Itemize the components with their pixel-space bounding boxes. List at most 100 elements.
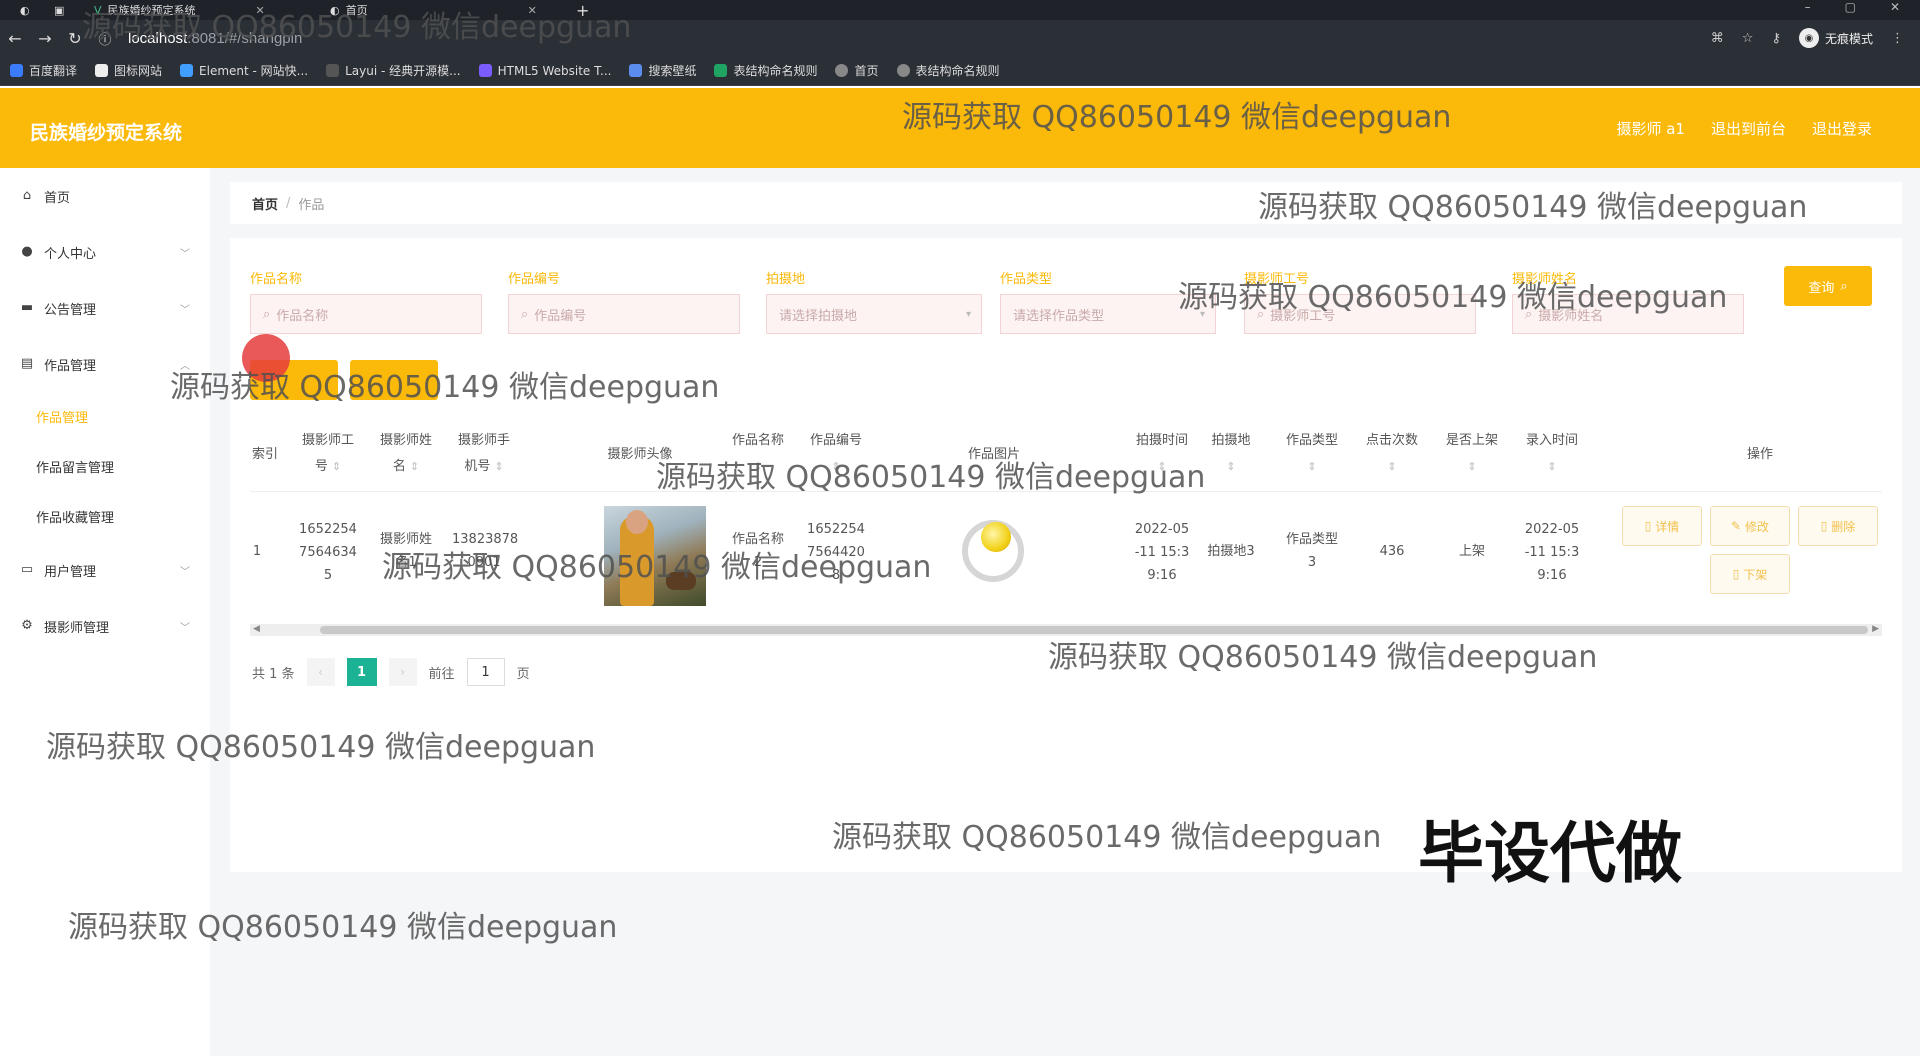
back-icon[interactable]: ←: [0, 29, 30, 48]
off-shelf-button[interactable]: ▯ 下架: [1710, 554, 1790, 594]
bookmark-item[interactable]: HTML5 Website T...: [478, 64, 611, 78]
briefcase-icon: ▤: [20, 356, 34, 371]
sidebar-item-label: 个人中心: [44, 246, 97, 262]
sort-icon[interactable]: ⇕: [410, 460, 419, 473]
sidebar-item-label: 摄影师管理: [44, 620, 110, 636]
work-code-input[interactable]: ⌕ 作品编号: [508, 294, 740, 334]
filter-code: 作品编号 ⌕ 作品编号: [508, 268, 740, 334]
logout-link[interactable]: 退出登录: [1812, 118, 1872, 139]
globe-icon: [835, 64, 849, 77]
browser-menu-icon[interactable]: ◐: [20, 0, 30, 20]
th-work-type[interactable]: 作品类型 ⇕: [1280, 428, 1344, 480]
bookmark-star-icon[interactable]: ☆: [1742, 31, 1754, 46]
page-number-current[interactable]: 1: [346, 658, 377, 686]
edit-button[interactable]: ✎ 修改: [1710, 506, 1790, 546]
th-clicks[interactable]: 点击次数 ⇕: [1360, 428, 1424, 480]
translate-icon[interactable]: ⌘: [1711, 31, 1724, 46]
th-line: 摄影师工: [301, 433, 354, 448]
filter-name: 作品名称 ⌕ 作品名称: [250, 268, 482, 334]
th-on-shelf[interactable]: 是否上架 ⇕: [1440, 428, 1504, 480]
bookmark-item[interactable]: 图标网站: [95, 62, 162, 79]
sidebar-subitem-comments[interactable]: 作品留言管理: [36, 454, 206, 478]
tab-window-icon[interactable]: ▣: [54, 0, 64, 20]
sidebar-subitem-works[interactable]: 作品管理: [36, 404, 206, 428]
th-line: 作品名称: [731, 433, 784, 448]
sidebar-item-label: 公告管理: [44, 302, 97, 318]
next-page-button[interactable]: ›: [388, 658, 417, 686]
th-photographer-id[interactable]: 摄影师工号 ⇕: [296, 428, 360, 480]
th-line: 作品编号: [809, 433, 862, 448]
detail-button[interactable]: ▯ 详情: [1622, 506, 1702, 546]
bookmark-label: 百度翻译: [29, 64, 78, 78]
key-icon[interactable]: ⚷: [1771, 31, 1781, 46]
app-title: 民族婚纱预定系统: [30, 122, 183, 144]
close-window-icon[interactable]: ✕: [1890, 0, 1900, 14]
placeholder: 请选择作品类型: [1013, 308, 1105, 324]
th-line: 拍摄地: [1211, 433, 1251, 448]
sort-icon[interactable]: ⇕: [1520, 454, 1584, 480]
watermark-big: 毕设代做: [1418, 815, 1682, 892]
scroll-right-icon[interactable]: ▶: [1872, 624, 1879, 634]
goto-page-input[interactable]: 1: [466, 658, 505, 686]
sidebar-item-label: 作品留言管理: [36, 460, 115, 476]
chevron-down-icon: ﹀: [180, 304, 190, 316]
bookmark-item[interactable]: 搜索壁纸: [629, 62, 696, 79]
bookmark-label: 表结构命名规则: [733, 64, 818, 78]
more-menu-icon[interactable]: ⋮: [1891, 31, 1904, 46]
page-unit-label: 页: [516, 666, 530, 682]
sort-icon[interactable]: ⇕: [1280, 454, 1344, 480]
cell-location: 拍摄地3: [1207, 544, 1255, 559]
pencil-icon: ✎: [1730, 519, 1742, 533]
forward-icon[interactable]: →: [30, 29, 60, 48]
users-icon: ▭: [20, 562, 34, 577]
cell-line: 7564634: [299, 545, 357, 560]
th-entry-time[interactable]: 录入时间 ⇕: [1520, 428, 1584, 480]
th-phone[interactable]: 摄影师手机号 ⇕: [452, 428, 516, 480]
bookmark-item[interactable]: Element - 网站快...: [180, 62, 308, 79]
delete-button[interactable]: ▯ 删除: [1798, 506, 1878, 546]
sort-icon[interactable]: ⇕: [1206, 454, 1256, 480]
chevron-down-icon: ﹀: [180, 566, 190, 578]
bookmark-item[interactable]: 百度翻译: [10, 62, 77, 79]
cell-shoot-time: 2022-05 -11 15:3 9:16: [1130, 518, 1194, 587]
breadcrumb-home[interactable]: 首页: [252, 194, 278, 213]
sidebar-item-personal[interactable]: ● 个人中心 ﹀: [20, 240, 190, 264]
breadcrumb-current: 作品: [298, 197, 325, 213]
sort-icon[interactable]: ⇕: [494, 460, 503, 473]
watermark: 源码获取 QQ86050149 微信deepguan: [382, 550, 932, 585]
minimize-icon[interactable]: –: [1805, 0, 1811, 14]
scroll-left-icon[interactable]: ◀: [253, 624, 260, 634]
work-ring-image[interactable]: [954, 510, 1032, 592]
maximize-icon[interactable]: ▢: [1845, 0, 1856, 14]
sidebar-item-photographers[interactable]: ⚙ 摄影师管理 ﹀: [20, 614, 190, 638]
bookmark-item[interactable]: 表结构命名规则: [896, 62, 1000, 79]
sidebar-item-users[interactable]: ▭ 用户管理 ﹀: [20, 558, 190, 582]
sort-icon[interactable]: ⇕: [1440, 454, 1504, 480]
bookmark-item[interactable]: 表结构命名规则: [714, 62, 817, 79]
back-to-front-link[interactable]: 退出到前台: [1711, 118, 1786, 139]
th-line: 录入时间: [1525, 433, 1578, 448]
watermark: 源码获取 QQ86050149 微信deepguan: [68, 910, 618, 945]
sidebar-item-notice[interactable]: ▬ 公告管理 ﹀: [20, 296, 190, 320]
th-location[interactable]: 拍摄地 ⇕: [1206, 428, 1256, 480]
th-line: 机号: [464, 459, 491, 474]
sidebar-item-works[interactable]: ▤ 作品管理 ︿: [20, 352, 190, 376]
sidebar-item-label: 作品管理: [44, 358, 97, 374]
th-photographer-name[interactable]: 摄影师姓名 ⇕: [374, 428, 438, 480]
sidebar-item-home[interactable]: ⌂ 首页: [20, 184, 190, 208]
search-button[interactable]: 查询 ⌕: [1784, 266, 1872, 306]
location-select[interactable]: 请选择拍摄地 ▾: [766, 294, 982, 334]
element-icon: [180, 64, 194, 77]
filter-label: 作品名称: [250, 272, 303, 287]
th-line: 摄影师手: [457, 433, 510, 448]
bookmark-item[interactable]: 首页: [835, 62, 879, 79]
bookmark-item[interactable]: Layui - 经典开源模...: [326, 62, 461, 79]
work-name-input[interactable]: ⌕ 作品名称: [250, 294, 482, 334]
sidebar-subitem-favorites[interactable]: 作品收藏管理: [36, 504, 206, 528]
sort-icon[interactable]: ⇕: [1360, 454, 1424, 480]
incognito-indicator[interactable]: ◉ 无痕模式: [1798, 28, 1873, 48]
cell-line: 9:16: [1537, 568, 1567, 583]
sort-icon[interactable]: ⇕: [332, 460, 341, 473]
prev-page-button[interactable]: ‹: [306, 658, 335, 686]
bookmark-label: 表结构命名规则: [915, 64, 1000, 78]
